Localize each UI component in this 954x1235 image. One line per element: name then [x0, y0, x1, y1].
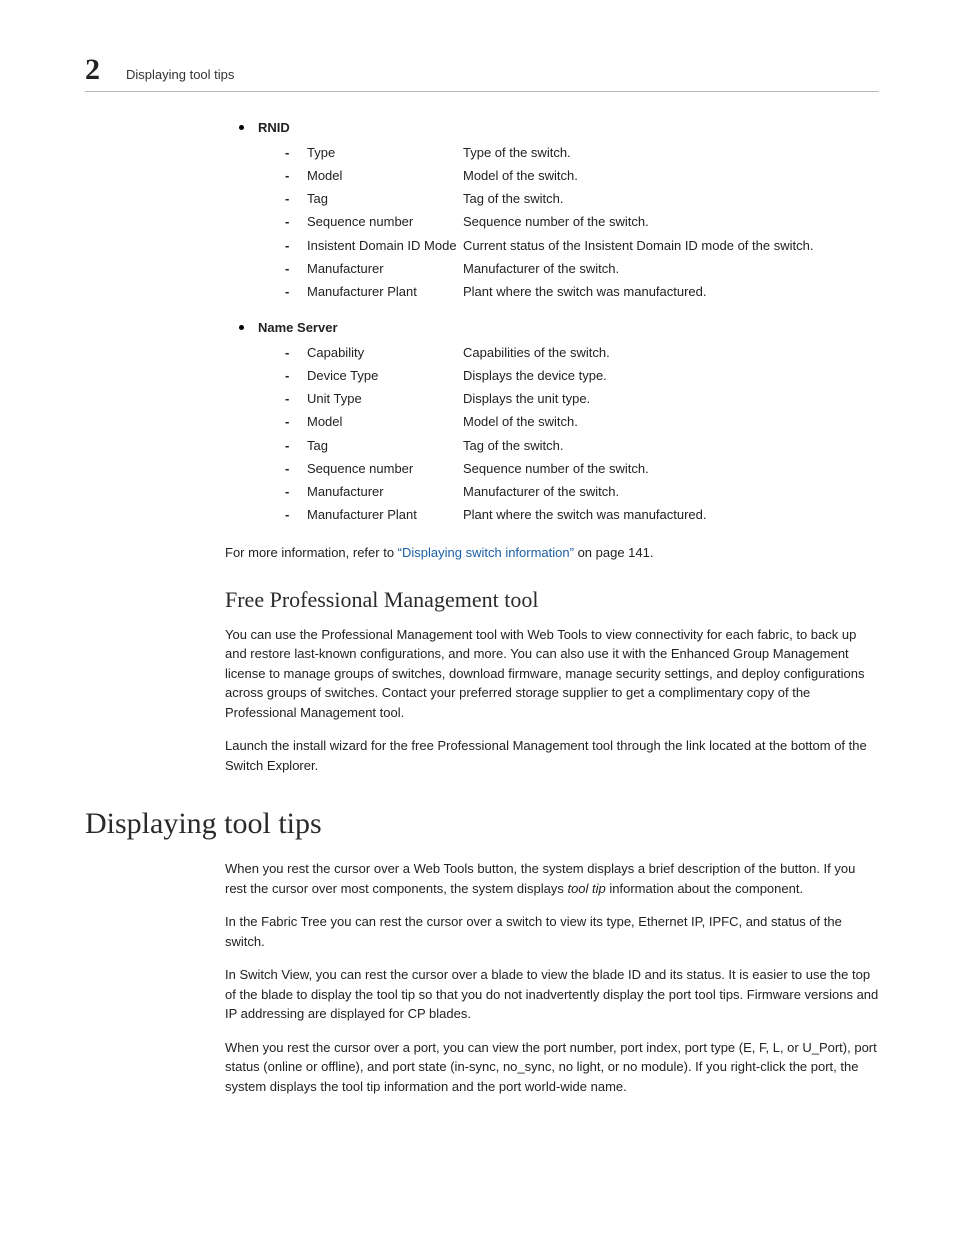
dash-icon: -: [285, 166, 291, 186]
definition-description: Capabilities of the switch.: [463, 343, 879, 363]
dash-icon: -: [285, 143, 291, 163]
dash-icon: -: [285, 389, 291, 409]
definition-row: -Device TypeDisplays the device type.: [285, 366, 879, 386]
definition-description: Manufacturer of the switch.: [463, 259, 879, 279]
definition-term: Unit Type: [307, 389, 463, 409]
section-title: Name Server: [258, 320, 338, 335]
definition-row: -TagTag of the switch.: [285, 189, 879, 209]
emphasis: tool tip: [567, 881, 605, 896]
dash-icon: -: [285, 189, 291, 209]
definition-term: Tag: [307, 436, 463, 456]
definition-row: -Sequence numberSequence number of the s…: [285, 212, 879, 232]
definition-term: Model: [307, 166, 463, 186]
definition-row: -Sequence numberSequence number of the s…: [285, 459, 879, 479]
paragraph: You can use the Professional Management …: [225, 625, 879, 723]
dash-icon: -: [285, 343, 291, 363]
definition-description: Model of the switch.: [463, 412, 879, 432]
definition-row: -Unit TypeDisplays the unit type.: [285, 389, 879, 409]
definition-term: Manufacturer Plant: [307, 505, 463, 525]
definition-description: Sequence number of the switch.: [463, 212, 879, 232]
definition-description: Displays the unit type.: [463, 389, 879, 409]
section-name-server: Name Server -CapabilityCapabilities of t…: [225, 320, 879, 525]
definition-row: -ManufacturerManufacturer of the switch.: [285, 482, 879, 502]
definition-row: -ModelModel of the switch.: [285, 412, 879, 432]
definition-description: Plant where the switch was manufactured.: [463, 282, 879, 302]
dash-icon: -: [285, 236, 291, 256]
paragraph: Launch the install wizard for the free P…: [225, 736, 879, 775]
dash-icon: -: [285, 212, 291, 232]
definition-row: -Manufacturer PlantPlant where the switc…: [285, 505, 879, 525]
dash-icon: -: [285, 366, 291, 386]
bullet-header: RNID: [239, 120, 879, 135]
definition-row: -TagTag of the switch.: [285, 436, 879, 456]
dash-icon: -: [285, 482, 291, 502]
bullet-icon: [239, 325, 244, 330]
definition-row: -TypeType of the switch.: [285, 143, 879, 163]
paragraph: When you rest the cursor over a Web Tool…: [225, 859, 879, 898]
bullet-icon: [239, 125, 244, 130]
main-content: When you rest the cursor over a Web Tool…: [225, 859, 879, 1096]
definition-description: Type of the switch.: [463, 143, 879, 163]
definition-term: Model: [307, 412, 463, 432]
chapter-number: 2: [85, 55, 100, 85]
definition-term: Manufacturer: [307, 259, 463, 279]
page: 2 Displaying tool tips RNID -TypeType of…: [0, 0, 954, 1235]
section-title: RNID: [258, 120, 290, 135]
definition-description: Plant where the switch was manufactured.: [463, 505, 879, 525]
text: on page 141.: [574, 545, 654, 560]
paragraph: In the Fabric Tree you can rest the curs…: [225, 912, 879, 951]
definition-term: Capability: [307, 343, 463, 363]
definition-row: -Manufacturer PlantPlant where the switc…: [285, 282, 879, 302]
definition-description: Tag of the switch.: [463, 189, 879, 209]
dash-icon: -: [285, 459, 291, 479]
definition-description: Model of the switch.: [463, 166, 879, 186]
definition-row: -Insistent Domain ID ModeCurrent status …: [285, 236, 879, 256]
dash-icon: -: [285, 436, 291, 456]
definition-description: Sequence number of the switch.: [463, 459, 879, 479]
definition-term: Type: [307, 143, 463, 163]
dash-icon: -: [285, 505, 291, 525]
definition-row: -ManufacturerManufacturer of the switch.: [285, 259, 879, 279]
dash-icon: -: [285, 259, 291, 279]
definition-description: Tag of the switch.: [463, 436, 879, 456]
dash-icon: -: [285, 412, 291, 432]
definition-term: Manufacturer Plant: [307, 282, 463, 302]
text: For more information, refer to: [225, 545, 398, 560]
running-title: Displaying tool tips: [126, 67, 234, 82]
text: information about the component.: [606, 881, 803, 896]
definition-term: Insistent Domain ID Mode: [307, 236, 463, 256]
definition-term: Sequence number: [307, 459, 463, 479]
definition-description: Manufacturer of the switch.: [463, 482, 879, 502]
section-displaying-tool-tips: Displaying tool tips: [85, 807, 879, 841]
paragraph: In Switch View, you can rest the cursor …: [225, 965, 879, 1024]
definition-term: Sequence number: [307, 212, 463, 232]
section-rnid: RNID -TypeType of the switch.-ModelModel…: [225, 120, 879, 302]
cross-ref-link[interactable]: “Displaying switch information”: [398, 545, 574, 560]
paragraph: When you rest the cursor over a port, yo…: [225, 1038, 879, 1097]
definition-description: Displays the device type.: [463, 366, 879, 386]
page-header: 2 Displaying tool tips: [85, 55, 879, 92]
bullet-header: Name Server: [239, 320, 879, 335]
dash-icon: -: [285, 282, 291, 302]
definition-list: -CapabilityCapabilities of the switch.-D…: [285, 343, 879, 525]
heading-displaying-tool-tips: Displaying tool tips: [85, 807, 879, 841]
definition-description: Current status of the Insistent Domain I…: [463, 236, 879, 256]
definition-row: -CapabilityCapabilities of the switch.: [285, 343, 879, 363]
definition-term: Tag: [307, 189, 463, 209]
main-content: RNID -TypeType of the switch.-ModelModel…: [225, 120, 879, 775]
definition-row: -ModelModel of the switch.: [285, 166, 879, 186]
definition-term: Manufacturer: [307, 482, 463, 502]
more-info-paragraph: For more information, refer to “Displayi…: [225, 543, 879, 563]
heading-free-pm-tool: Free Professional Management tool: [225, 587, 879, 613]
definition-term: Device Type: [307, 366, 463, 386]
definition-list: -TypeType of the switch.-ModelModel of t…: [285, 143, 879, 302]
